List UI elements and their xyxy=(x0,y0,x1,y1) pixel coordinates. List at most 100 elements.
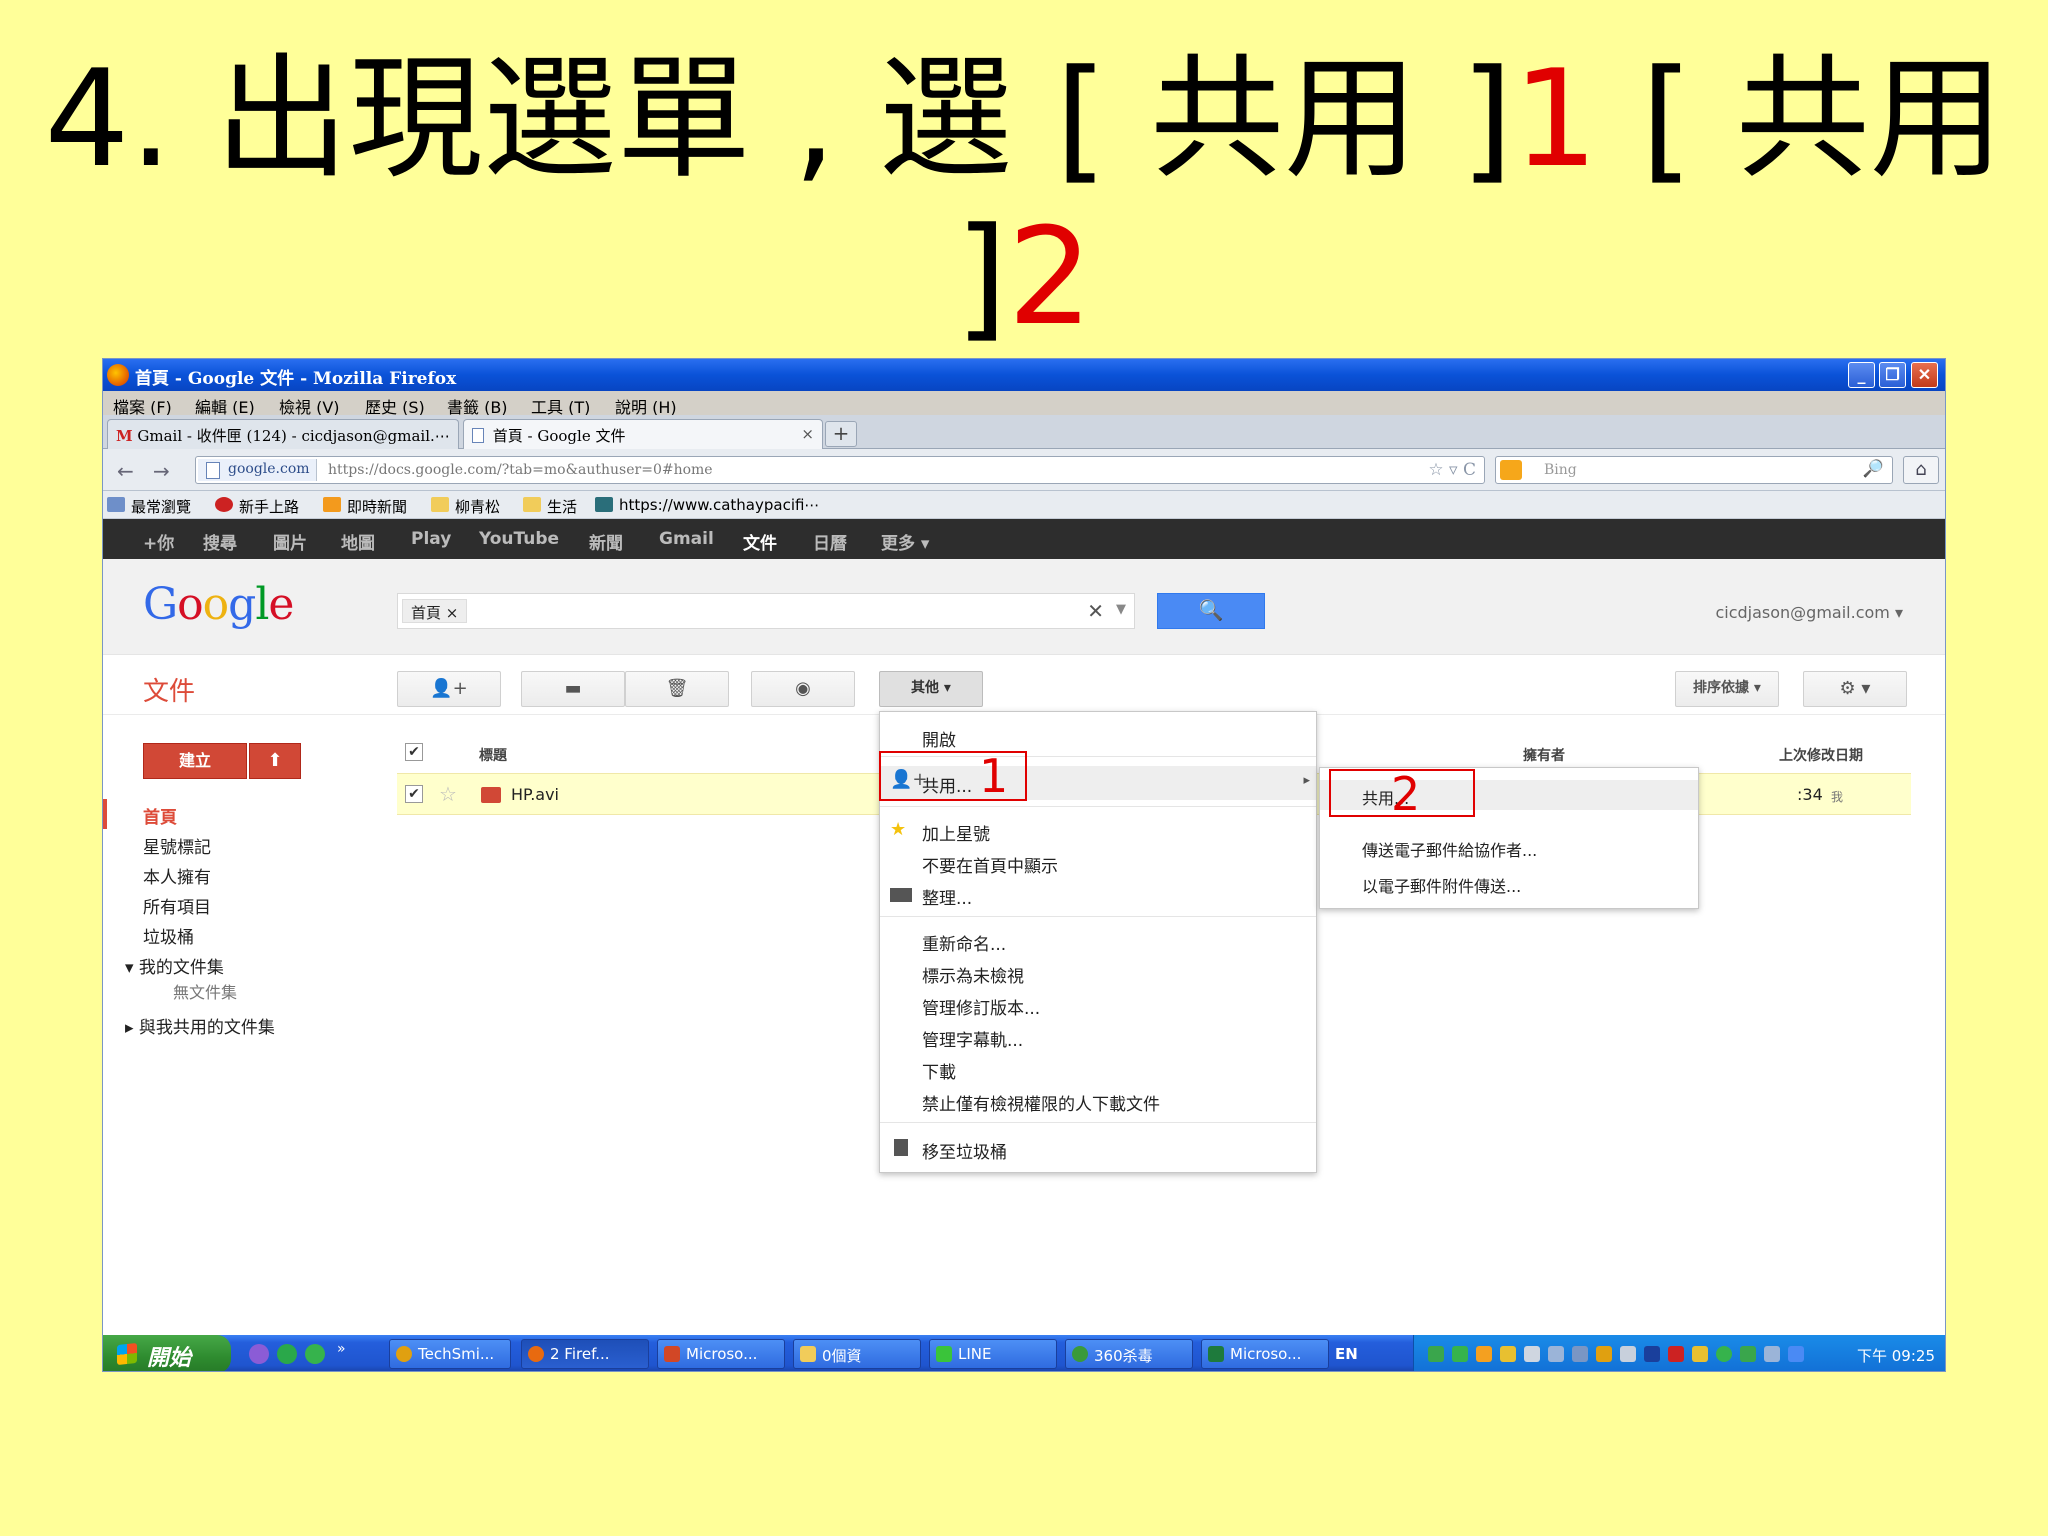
create-button[interactable]: 建立 xyxy=(143,743,247,779)
tray-icon[interactable] xyxy=(1716,1346,1732,1362)
bing-engine-icon[interactable] xyxy=(1500,460,1522,480)
menu-item-hide-from-home[interactable]: 不要在首頁中顯示 xyxy=(880,848,1316,878)
gbar-maps[interactable]: 地圖 xyxy=(341,529,375,554)
tray-icon[interactable] xyxy=(1452,1346,1468,1362)
search-icon[interactable]: 🔎 xyxy=(1863,459,1884,479)
site-identity[interactable]: google.com xyxy=(198,459,317,481)
search-filter-chip[interactable]: 首頁 × xyxy=(402,599,468,623)
column-modified[interactable]: 上次修改日期 xyxy=(1779,745,1863,765)
docs-search-input[interactable]: 首頁 × ✕ ▼ xyxy=(397,593,1135,629)
gbar-docs[interactable]: 文件 xyxy=(743,529,777,554)
clear-search-icon[interactable]: ✕ xyxy=(1087,599,1104,623)
row-checkbox[interactable]: ✔ xyxy=(405,785,423,803)
bookmark-most-visited[interactable]: 最常瀏覽 xyxy=(107,496,191,517)
bookmark-cathay[interactable]: https://www.cathaypacifi⋯ xyxy=(595,496,819,514)
task-line[interactable]: LINE xyxy=(929,1339,1057,1369)
new-tab-button[interactable]: + xyxy=(825,421,857,447)
quicklaunch-icon[interactable] xyxy=(305,1344,325,1364)
gbar-youtube[interactable]: YouTube xyxy=(479,529,559,549)
menu-item-mark-unviewed[interactable]: 標示為未檢視 xyxy=(880,958,1316,988)
tray-icon[interactable] xyxy=(1476,1346,1492,1362)
language-indicator[interactable]: EN xyxy=(1335,1345,1358,1363)
tray-icon[interactable] xyxy=(1548,1346,1564,1362)
quicklaunch-icon[interactable] xyxy=(249,1344,269,1364)
menu-item-star[interactable]: ★ 加上星號 xyxy=(880,816,1316,846)
menu-item-captions[interactable]: 管理字幕軌... xyxy=(880,1022,1316,1052)
select-all-checkbox[interactable]: ✔ xyxy=(405,743,423,761)
column-title[interactable]: 標題 xyxy=(479,745,507,765)
tab-gmail[interactable]: M Gmail - 收件匣 (124) - cicdjason@gmail.⋯ xyxy=(107,419,459,449)
gbar-gmail[interactable]: Gmail xyxy=(659,529,714,549)
address-bar[interactable]: google.com https://docs.google.com/?tab=… xyxy=(195,456,1485,484)
tray-icon[interactable] xyxy=(1788,1346,1804,1362)
task-techsmith[interactable]: TechSmi... xyxy=(389,1339,511,1369)
preview-button[interactable]: ◉ xyxy=(751,671,855,707)
gbar-more[interactable]: 更多 ▾ xyxy=(881,529,929,554)
shield-icon[interactable] xyxy=(1740,1346,1756,1362)
upload-button[interactable]: ⬆ xyxy=(249,743,301,779)
tab-docs-home[interactable]: 首頁 - Google 文件 × xyxy=(463,419,823,449)
maximize-button[interactable]: ❐ xyxy=(1879,362,1906,388)
sidebar-item-trash[interactable]: 垃圾桶 xyxy=(143,923,194,948)
search-button[interactable]: 🔍 xyxy=(1157,593,1265,629)
volume-icon[interactable] xyxy=(1620,1346,1636,1362)
clock[interactable]: 下午 09:25 xyxy=(1857,1345,1935,1366)
menu-item-download[interactable]: 下載 xyxy=(880,1054,1316,1084)
bookmark-getting-started[interactable]: 新手上路 xyxy=(215,496,299,517)
menu-item-revisions[interactable]: 管理修訂版本... xyxy=(880,990,1316,1020)
task-excel[interactable]: Microso... xyxy=(1201,1339,1329,1369)
tray-icon[interactable] xyxy=(1668,1346,1684,1362)
tray-icon[interactable] xyxy=(1428,1346,1444,1362)
back-button[interactable]: ← xyxy=(117,459,134,483)
menu-item-prevent-download[interactable]: 禁止僅有檢視權限的人下載文件 xyxy=(880,1086,1316,1116)
start-button[interactable]: 開始 xyxy=(103,1335,231,1371)
minimize-button[interactable]: _ xyxy=(1848,362,1875,388)
task-folder[interactable]: 0個資 xyxy=(793,1339,921,1369)
task-firefox[interactable]: 2 Firef... xyxy=(521,1339,649,1369)
gbar-images[interactable]: 圖片 xyxy=(273,529,307,554)
tab-close-icon[interactable]: × xyxy=(801,425,814,443)
bookmark-folder-1[interactable]: 柳青松 xyxy=(431,496,500,517)
tray-icon[interactable] xyxy=(1764,1346,1780,1362)
submenu-item-email-attachment[interactable]: 以電子郵件附件傳送... xyxy=(1320,868,1698,898)
move-to-folder-button[interactable]: ▬ xyxy=(521,671,625,707)
submenu-item-email-collaborators[interactable]: 傳送電子郵件給協作者... xyxy=(1320,832,1698,862)
menu-item-organize[interactable]: 整理... xyxy=(880,880,1316,910)
menu-item-rename[interactable]: 重新命名... xyxy=(880,926,1316,956)
gbar-news[interactable]: 新聞 xyxy=(589,529,623,554)
bookmark-folder-2[interactable]: 生活 xyxy=(523,496,577,517)
tray-icon[interactable] xyxy=(1572,1346,1588,1362)
menu-item-open[interactable]: 開啟 xyxy=(880,722,1316,752)
sidebar-item-starred[interactable]: 星號標記 xyxy=(143,833,211,858)
settings-button[interactable]: ⚙ ▾ xyxy=(1803,671,1907,707)
gbar-calendar[interactable]: 日曆 xyxy=(813,529,847,554)
forward-button[interactable]: → xyxy=(153,459,170,483)
sort-button[interactable]: 排序依據 ▾ xyxy=(1675,671,1779,707)
gbar-search[interactable]: 搜尋 xyxy=(203,529,237,554)
gbar-play[interactable]: Play xyxy=(411,529,451,549)
account-menu[interactable]: cicdjason@gmail.com ▾ xyxy=(1715,603,1903,622)
bookmark-news[interactable]: 即時新聞 xyxy=(323,496,407,517)
sidebar-item-owned[interactable]: 本人擁有 xyxy=(143,863,211,888)
home-button[interactable]: ⌂ xyxy=(1903,456,1939,484)
tray-icon[interactable] xyxy=(1524,1346,1540,1362)
menu-item-trash[interactable]: 移至垃圾桶 xyxy=(880,1134,1316,1164)
task-powerpoint[interactable]: Microso... xyxy=(657,1339,785,1369)
close-window-button[interactable]: ✕ xyxy=(1911,362,1938,388)
google-logo[interactable]: Google xyxy=(143,579,294,630)
tray-icon[interactable] xyxy=(1596,1346,1612,1362)
task-360[interactable]: 360杀毒 xyxy=(1065,1339,1193,1369)
tray-icon[interactable] xyxy=(1692,1346,1708,1362)
sidebar-my-collections[interactable]: ▾ 我的文件集 xyxy=(125,953,224,978)
more-actions-button[interactable]: 其他 ▾ xyxy=(879,671,983,707)
file-name[interactable]: HP.avi xyxy=(511,785,559,804)
tray-icon[interactable] xyxy=(1644,1346,1660,1362)
column-owner[interactable]: 擁有者 xyxy=(1523,745,1565,765)
sidebar-shared-collections[interactable]: ▸ 與我共用的文件集 xyxy=(125,1013,275,1038)
sidebar-item-all[interactable]: 所有項目 xyxy=(143,893,211,918)
tray-icon[interactable] xyxy=(1500,1346,1516,1362)
web-search-box[interactable]: Bing 🔎 xyxy=(1495,456,1893,484)
gbar-plus-you[interactable]: +你 xyxy=(143,529,174,554)
sidebar-item-home[interactable]: 首頁 xyxy=(143,803,177,828)
share-button[interactable]: 👤+ xyxy=(397,671,501,707)
